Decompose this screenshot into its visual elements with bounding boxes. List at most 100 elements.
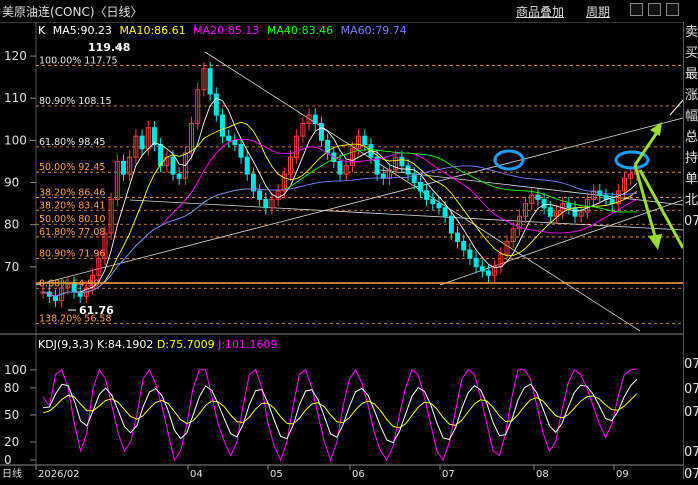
trend-lines	[35, 51, 684, 332]
price-tick-label: 70	[4, 260, 19, 274]
low-label: 61.76	[79, 304, 114, 317]
period-corner-label: 日线	[2, 467, 22, 479]
candle-body	[219, 114, 225, 137]
candle-body	[448, 215, 454, 234]
candle-body	[244, 156, 250, 175]
total-label: 总	[684, 130, 698, 145]
candle-body	[121, 160, 127, 175]
candle-body	[52, 295, 58, 301]
candle-body	[485, 270, 491, 276]
fib-level-label: 50.00% 80.10	[39, 214, 105, 225]
candle-body	[424, 190, 430, 200]
candle-body	[213, 93, 219, 116]
ma40-value: MA40:83.46	[266, 24, 334, 37]
price-axis: 120 110 100 90 80 70	[4, 49, 36, 274]
candle-body	[170, 156, 176, 175]
candle-body	[232, 139, 238, 146]
down-arrow-head	[648, 234, 662, 250]
fib-level-label: 100.00% 117.75	[39, 56, 118, 67]
kdj-j-value: J:101.1609	[218, 338, 278, 351]
kdj-tick-label: 0	[4, 453, 12, 467]
down-arrow	[633, 164, 658, 241]
fib-level-label: 38.20% 86.46	[39, 187, 105, 198]
fib-level-label: 61.80% 77.08	[39, 227, 105, 238]
candle-body	[461, 241, 467, 251]
ma5-value: MA5:90.23	[52, 24, 112, 37]
ma20-value: MA20:85.13	[193, 24, 260, 37]
candle-body	[572, 207, 578, 217]
candle-body	[71, 283, 77, 293]
kdj-tick-label: 100	[4, 363, 27, 377]
candle-body	[442, 207, 448, 217]
trend-line	[129, 199, 684, 231]
candle-body	[337, 160, 343, 175]
kdj-d-value: D:75.7009	[156, 338, 215, 351]
side-value: 07	[684, 405, 698, 420]
fib-level-label: 38.20% 83.41	[39, 200, 105, 211]
candle-body	[405, 165, 411, 175]
side-value: 07	[684, 445, 698, 460]
candle-body	[479, 266, 485, 272]
kdj-legend: KDJ(9,3,3) K:84.1902 D:75.7009 J:101.160…	[38, 338, 278, 351]
price-tick-label: 90	[4, 176, 19, 190]
range-label: 幅	[684, 109, 698, 124]
kdj-line	[42, 368, 637, 462]
candle-body	[151, 127, 157, 146]
candle-body	[362, 135, 368, 146]
candle-body	[417, 182, 423, 192]
candle-body	[566, 203, 572, 209]
side-value: 07	[684, 382, 698, 397]
candle-body	[263, 198, 269, 209]
high-label: 119.48	[88, 41, 130, 54]
candle-body	[399, 156, 405, 167]
candle-body	[312, 114, 318, 124]
date-tick-label: 06	[352, 469, 365, 479]
candle-body	[226, 135, 232, 141]
ma-legend: K MA5:90.23 MA10:86.61 MA20:85.13 MA40:8…	[38, 24, 411, 37]
fib-level-label: 80.90% 108.15	[39, 96, 111, 107]
north-label: 北	[684, 193, 698, 208]
side-value: 07	[684, 467, 698, 482]
candle-body	[473, 257, 479, 268]
kdj-k-value: K:84.1902	[97, 338, 154, 351]
kdj-indicator	[42, 368, 638, 462]
price-tick-label: 100	[4, 133, 27, 147]
chart-type-label: K	[38, 24, 46, 37]
ma10-value: MA10:86.61	[119, 24, 186, 37]
candle-body	[207, 68, 213, 95]
date-tick-label: 09	[616, 469, 629, 479]
date-tick-label: 04	[190, 469, 203, 479]
side-value: 07	[684, 214, 698, 229]
candle-body	[430, 198, 436, 205]
kdj-tick-label: 80	[4, 381, 19, 395]
fib-level-label: 50.00% 92.45	[39, 162, 105, 173]
price-tick-label: 110	[4, 91, 27, 105]
candle-body	[176, 173, 182, 179]
trend-line	[669, 99, 684, 116]
sell-label[interactable]: 卖	[684, 22, 698, 43]
date-tick-label: 05	[270, 469, 283, 479]
single-label: 单	[684, 172, 698, 187]
date-tick-label: 07	[442, 469, 455, 479]
buy-label[interactable]: 买	[684, 43, 698, 64]
side-value: 07	[684, 357, 698, 372]
candle-body	[455, 232, 461, 242]
candle-body	[547, 207, 553, 217]
candle-body	[238, 144, 244, 158]
kdj-axis: 100 80 50 20 0	[4, 363, 36, 467]
date-tick-label: 2026/02	[38, 469, 80, 479]
trend-line	[35, 117, 684, 286]
candles	[40, 61, 640, 308]
fib-level-label: 80.90% 71.96	[39, 249, 105, 260]
ma60-value: MA60:79.74	[340, 24, 407, 37]
kdj-tick-label: 20	[4, 435, 19, 449]
price-tick-label: 120	[4, 49, 27, 63]
latest-label: 最	[684, 67, 698, 82]
candlestick-chart[interactable]: 100.00% 117.75 80.90% 108.15 61.80% 98.45 5…	[0, 0, 698, 479]
price-tick-label: 80	[4, 218, 19, 232]
fib-level-label: 61.80% 98.45	[39, 137, 105, 148]
candle-body	[436, 203, 442, 209]
kdj-name: KDJ(9,3,3)	[38, 338, 94, 351]
candle-body	[318, 123, 324, 141]
candle-body	[609, 198, 615, 205]
